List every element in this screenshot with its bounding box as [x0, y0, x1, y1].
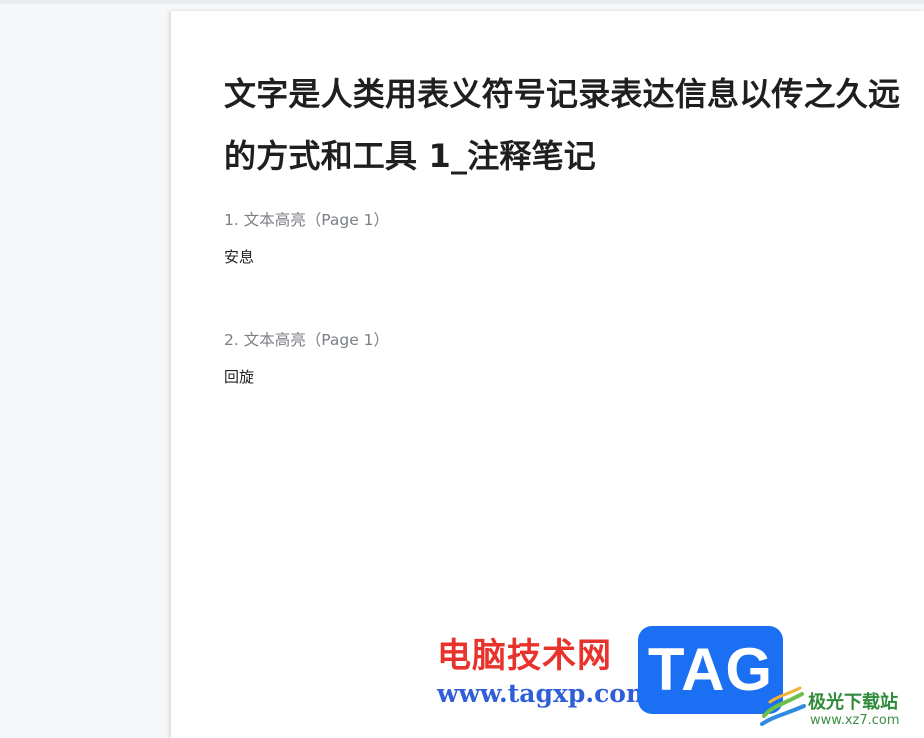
note-header: 1. 文本高亮（Page 1）: [224, 211, 390, 229]
document-title: 文字是人类用表义符号记录表达信息以传之久远的方式和工具 1_注释笔记: [224, 75, 901, 175]
note-item[interactable]: 2. 文本高亮（Page 1） 回旋: [224, 329, 389, 388]
aurora-logo-icon: [760, 686, 806, 726]
app-window: 文字是人类用表义符号记录表达信息以传之久远的方式和工具 1_注释笔记 1. 文本…: [0, 0, 924, 738]
top-strip: [0, 0, 924, 4]
watermark-site-url: www.xz7.com: [810, 713, 900, 728]
note-item[interactable]: 1. 文本高亮（Page 1） 安息: [224, 209, 389, 268]
watermark-url: www.tagxp.com: [437, 679, 653, 708]
watermark-brand: 电脑技术网: [437, 636, 612, 676]
note-content: 回旋: [224, 368, 255, 386]
note-content: 安息: [224, 248, 255, 266]
watermark-site-name: 极光下载站: [808, 692, 898, 713]
note-header: 2. 文本高亮（Page 1）: [224, 331, 390, 349]
